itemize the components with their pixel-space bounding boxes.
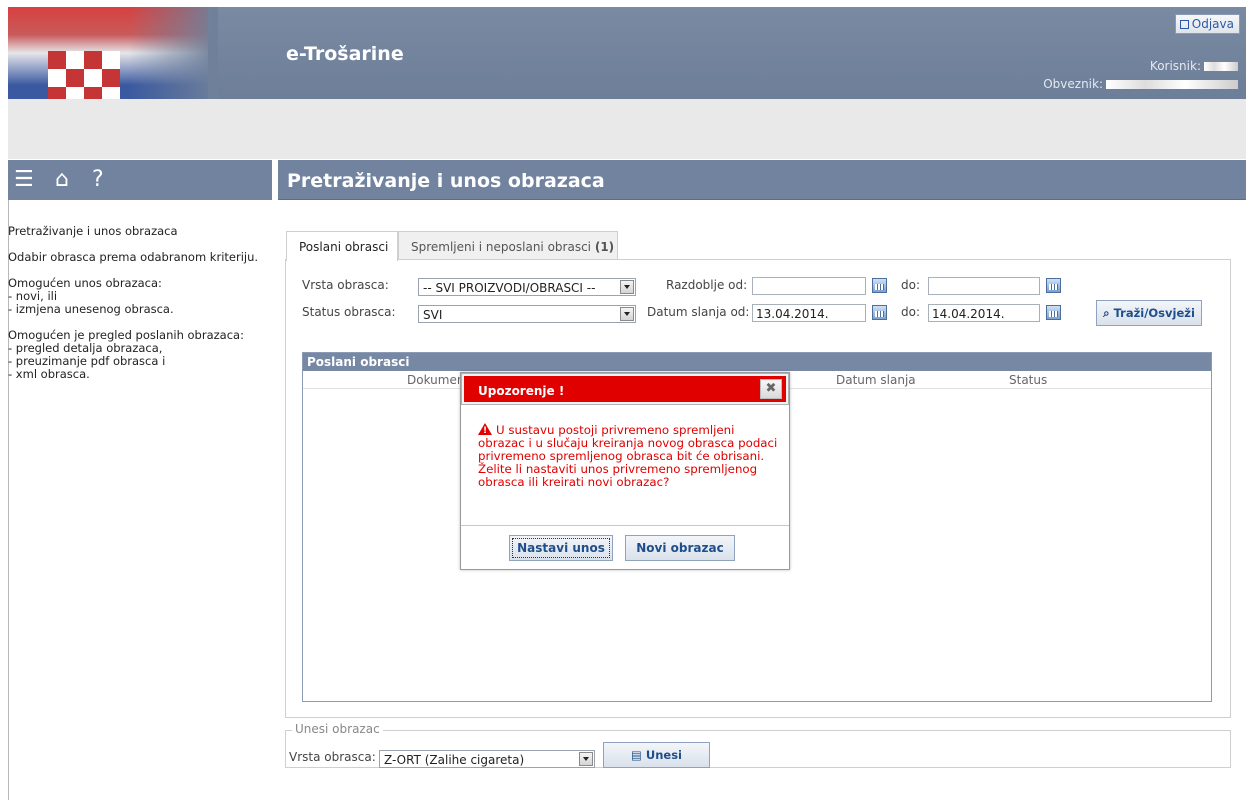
- period-from-input[interactable]: [752, 277, 866, 295]
- dropdown-arrow-icon: [579, 752, 593, 766]
- tab-sent-forms[interactable]: Poslani obrasci: [286, 231, 398, 261]
- left-toolbar: ☰ ⌂ ?: [8, 160, 272, 200]
- logout-button[interactable]: Odjava: [1174, 14, 1240, 34]
- logout-label: Odjava: [1191, 17, 1234, 31]
- sent-to-input[interactable]: 14.04.2014.: [928, 304, 1040, 322]
- sent-from-label: Datum slanja od:: [647, 305, 750, 319]
- dropdown-arrow-icon: [620, 307, 634, 321]
- payer-label: Obveznik:: [1043, 77, 1103, 91]
- redacted-payer: [1106, 80, 1238, 89]
- warning-dialog: Upozorenje ! ✖ U sustavu postoji privrem…: [460, 372, 790, 570]
- menu-icon[interactable]: ☰: [14, 168, 34, 192]
- enter-form-button[interactable]: ▤ Unesi: [603, 742, 710, 768]
- tab-saved-unsent[interactable]: Spremljeni i neposlani obrasci (1): [398, 231, 618, 261]
- form-type-value: -- SVI PROIZVODI/OBRASCI --: [423, 281, 596, 295]
- help-item: - xml obrasca.: [8, 367, 90, 381]
- payer-info: Obveznik:: [1043, 77, 1238, 91]
- form-type-label: Vrsta obrasca:: [302, 278, 389, 292]
- user-info: Korisnik:: [1150, 59, 1238, 73]
- dropdown-arrow-icon: [620, 280, 634, 294]
- calendar-icon[interactable]: [872, 278, 887, 293]
- status-select[interactable]: SVI: [418, 305, 636, 323]
- search-refresh-button[interactable]: ⌕ Traži/Osvježi: [1096, 300, 1202, 326]
- tab-count-badge: (1): [594, 240, 615, 254]
- calendar-icon[interactable]: [1046, 305, 1061, 320]
- main-header: Pretraživanje i unos obrazaca: [278, 160, 1246, 200]
- sent-to-label: do:: [901, 305, 921, 319]
- help-item: - izmjena unesenog obrasca.: [8, 302, 174, 316]
- help-p1: Pretraživanje i unos obrazaca: [8, 224, 178, 238]
- period-to-label: do:: [901, 278, 921, 292]
- entry-form-type-value: Z-ORT (Zalihe cigareta): [384, 753, 525, 767]
- user-label: Korisnik:: [1149, 59, 1201, 73]
- dialog-separator: [461, 525, 789, 526]
- help-p4: Omogućen je pregled poslanih obrazaca: -…: [8, 329, 270, 381]
- new-form-button[interactable]: Novi obrazac: [625, 535, 735, 561]
- page-title: Pretraživanje i unos obrazaca: [287, 170, 605, 192]
- enter-button-label: Unesi: [645, 748, 682, 762]
- period-from-label: Razdoblje od:: [666, 278, 748, 292]
- help-text: Pretraživanje i unos obrazaca Odabir obr…: [8, 225, 270, 394]
- entry-form-type-select[interactable]: Z-ORT (Zalihe cigareta): [379, 750, 595, 768]
- search-icon: ⌕: [1103, 306, 1110, 320]
- form-type-select[interactable]: -- SVI PROIZVODI/OBRASCI --: [418, 278, 636, 296]
- home-icon[interactable]: ⌂: [55, 168, 69, 192]
- period-to-input[interactable]: [928, 277, 1040, 295]
- search-button-label: Traži/Osvježi: [1113, 306, 1195, 320]
- status-value: SVI: [423, 308, 443, 322]
- app-title: e-Trošarine: [286, 43, 404, 65]
- tab-label: Spremljeni i neposlani obrasci: [411, 240, 591, 254]
- calendar-icon[interactable]: [1046, 278, 1061, 293]
- redacted-user: [1204, 62, 1238, 71]
- column-header[interactable]: Dokumen: [407, 373, 464, 387]
- logout-icon: [1179, 20, 1189, 29]
- app-header: e-Trošarine Odjava Korisnik: Obveznik:: [8, 7, 1246, 99]
- status-label: Status obrasca:: [302, 305, 396, 319]
- dialog-title: Upozorenje !: [478, 384, 565, 398]
- entry-form-type-label: Vrsta obrasca:: [289, 750, 376, 764]
- help-p2: Odabir obrasca prema odabranom kriteriju…: [8, 250, 259, 264]
- dialog-title-bar: Upozorenje ! ✖: [461, 373, 789, 405]
- column-header[interactable]: Status: [1009, 373, 1047, 387]
- column-header[interactable]: Datum slanja: [836, 373, 916, 387]
- continue-entry-button[interactable]: Nastavi unos: [509, 535, 613, 561]
- calendar-icon[interactable]: [872, 305, 887, 320]
- document-icon: ▤: [630, 748, 642, 762]
- warning-icon: [478, 423, 492, 438]
- close-icon[interactable]: ✖: [760, 379, 782, 399]
- croatian-flag-logo: [8, 7, 218, 99]
- dialog-message: U sustavu postoji privremeno spremljeni …: [478, 423, 778, 489]
- help-p3: Omogućen unos obrazaca: - novi, ili - iz…: [8, 277, 270, 316]
- help-icon[interactable]: ?: [92, 168, 104, 192]
- grid-title: Poslani obrasci: [303, 353, 1211, 371]
- entry-legend: Unesi obrazac: [292, 722, 383, 736]
- sent-from-input[interactable]: 13.04.2014.: [752, 304, 866, 322]
- header-gap: [8, 99, 1246, 159]
- dialog-message-text: U sustavu postoji privremeno spremljeni …: [478, 423, 778, 489]
- tab-label: Poslani obrasci: [299, 240, 389, 254]
